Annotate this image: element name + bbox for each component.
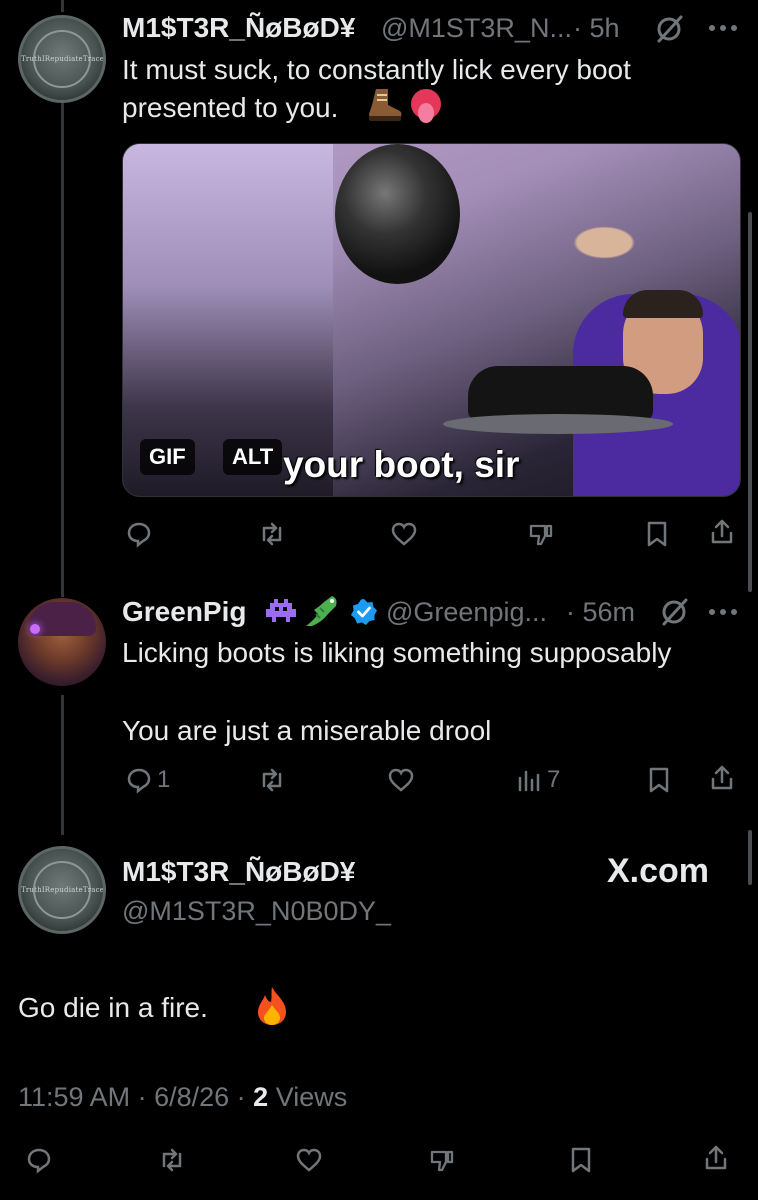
avatar[interactable]: TruthIRepudiateTrace (18, 15, 106, 103)
repost-button[interactable] (158, 1146, 186, 1174)
bookmark-button[interactable] (567, 1146, 595, 1174)
timestamp[interactable]: · 5h (573, 13, 620, 44)
reply-button[interactable] (125, 520, 153, 548)
thread-line-1 (61, 102, 64, 597)
like-icon (388, 768, 414, 792)
thread-line-2 (61, 695, 64, 835)
verified-badge-icon[interactable] (350, 598, 378, 626)
gif-badge: GIF (140, 439, 195, 475)
views-icon (518, 770, 540, 792)
reply-button[interactable]: 1 (125, 766, 170, 794)
bookmark-button[interactable] (643, 520, 671, 548)
tweet-text: Go die in a fire. (18, 992, 208, 1023)
views-count: 2 (253, 1082, 269, 1112)
timestamp[interactable]: · 56m (566, 597, 635, 628)
like-button[interactable] (295, 1146, 323, 1174)
reply-icon (127, 768, 151, 794)
tweet-text-line-2: presented to you. (122, 92, 339, 123)
like-button[interactable] (390, 520, 418, 548)
dragon-emoji-icon (306, 596, 337, 626)
gif-hair (623, 290, 703, 318)
repost-icon (262, 768, 282, 792)
display-name[interactable]: M1$T3R_ÑøBøD¥ (122, 856, 355, 888)
avatar-glow (30, 624, 40, 634)
timestamp[interactable]: 11:59 AM · 6/8/26 · (18, 1082, 246, 1112)
avatar-text: TruthIRepudiateTrace (21, 886, 105, 894)
repost-button[interactable] (258, 766, 286, 794)
repost-icon (162, 1148, 182, 1172)
views-count: 7 (547, 766, 561, 793)
like-button[interactable] (387, 766, 415, 794)
timestamp-line: 11:59 AM · 6/8/26 · 2 Views (18, 1082, 347, 1113)
share-button[interactable] (702, 1144, 730, 1172)
gif-media[interactable]: your boot, sir GIF ALT (122, 143, 741, 497)
handle[interactable]: @Greenpig... (386, 597, 547, 628)
dislike-icon (529, 524, 553, 546)
like-icon (391, 522, 417, 546)
reply-count: 1 (157, 766, 171, 793)
views-label: Views (275, 1082, 348, 1112)
display-name[interactable]: GreenPig (122, 596, 246, 628)
scrollbar-bottom[interactable] (748, 830, 752, 885)
boot-emoji-icon (369, 89, 402, 121)
gif-tray (443, 414, 673, 434)
like-icon (296, 1148, 322, 1172)
avatar-text: TruthIRepudiateTrace (21, 55, 105, 63)
repost-button[interactable] (258, 520, 286, 548)
fire-emoji-icon (258, 987, 286, 1025)
display-name[interactable]: M1$T3R_ÑøBøD¥ (122, 12, 355, 44)
share-icon (711, 519, 733, 544)
repost-icon (262, 522, 282, 546)
gif-helmet (335, 144, 460, 284)
share-button[interactable] (708, 518, 736, 546)
more-icon[interactable] (708, 607, 738, 617)
share-icon (705, 1145, 727, 1170)
reply-icon (27, 1148, 51, 1174)
space-invader-emoji-icon (266, 599, 296, 622)
tweet-text-line-1: Licking boots is liking something suppos… (122, 637, 672, 668)
share-icon (711, 765, 733, 790)
handle[interactable]: @M1ST3R_N0B0DY_ (122, 896, 391, 927)
dislike-icon (430, 1150, 454, 1172)
dislike-button[interactable] (527, 520, 555, 548)
reply-icon (127, 522, 151, 548)
bookmark-icon (649, 767, 669, 793)
tweet-text-line-2: You are just a miserable drool (122, 715, 492, 746)
gif-boot (468, 366, 653, 421)
scrollbar-top[interactable] (748, 212, 752, 592)
more-icon[interactable] (708, 23, 738, 33)
brand-watermark: X.com (607, 852, 710, 890)
bookmark-icon (647, 521, 667, 547)
gif-caption: your boot, sir (283, 444, 520, 485)
grok-icon[interactable] (657, 595, 691, 629)
dislike-button[interactable] (428, 1146, 456, 1174)
avatar[interactable] (18, 598, 106, 686)
tongue-emoji-icon (411, 89, 441, 123)
bookmark-button[interactable] (645, 766, 673, 794)
alt-badge[interactable]: ALT (223, 439, 283, 475)
avatar[interactable]: TruthIRepudiateTrace (18, 846, 106, 934)
handle[interactable]: @M1ST3R_N... (381, 13, 572, 44)
share-button[interactable] (708, 764, 736, 792)
tweet-text-line-1: It must suck, to constantly lick every b… (122, 54, 631, 85)
thread-line-top (61, 0, 64, 12)
grok-icon[interactable] (652, 12, 686, 46)
reply-button[interactable] (25, 1146, 53, 1174)
bookmark-icon (571, 1147, 591, 1173)
views-button[interactable]: 7 (515, 766, 560, 794)
